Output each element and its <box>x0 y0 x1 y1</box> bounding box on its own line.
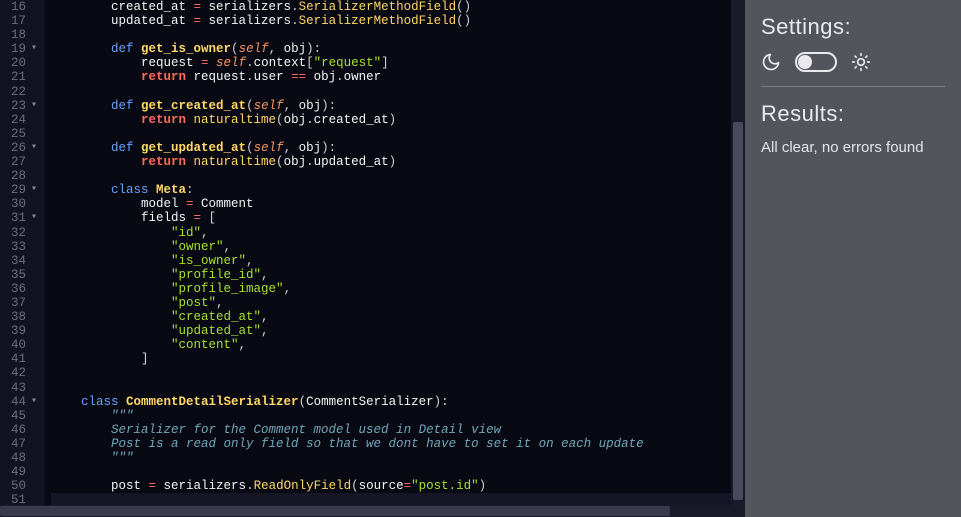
code-line[interactable]: request = self.context["request"] <box>51 56 745 70</box>
code-line[interactable]: return request.user == obj.owner <box>51 70 745 84</box>
code-line[interactable]: def get_is_owner(self, obj): <box>51 42 745 56</box>
line-number: 38 <box>0 310 37 324</box>
line-number: 21 <box>0 70 37 84</box>
panel-divider <box>761 86 945 87</box>
vertical-scrollbar-thumb[interactable] <box>733 122 743 500</box>
code-line[interactable]: "id", <box>51 226 745 240</box>
code-line[interactable]: fields = [ <box>51 211 745 225</box>
code-line[interactable]: """ <box>51 409 745 423</box>
code-line[interactable]: "profile_id", <box>51 268 745 282</box>
line-number: 33 <box>0 240 37 254</box>
line-number: 29▾ <box>0 183 37 197</box>
line-number: 35 <box>0 268 37 282</box>
code-line[interactable] <box>51 465 745 479</box>
fold-marker[interactable]: ▾ <box>29 141 37 155</box>
code-line[interactable]: post = serializers.ReadOnlyField(source=… <box>51 479 745 493</box>
line-number: 16 <box>0 0 37 14</box>
line-number: 44▾ <box>0 395 37 409</box>
code-line[interactable] <box>51 28 745 42</box>
fold-marker[interactable]: ▾ <box>29 183 37 197</box>
code-line[interactable]: "created_at", <box>51 310 745 324</box>
code-line[interactable]: "profile_image", <box>51 282 745 296</box>
line-number: 46 <box>0 423 37 437</box>
code-line[interactable]: Post is a read only field so that we don… <box>51 437 745 451</box>
code-line[interactable] <box>51 85 745 99</box>
line-number: 43 <box>0 381 37 395</box>
code-line[interactable]: ] <box>51 352 745 366</box>
theme-row <box>761 52 945 72</box>
fold-marker[interactable]: ▾ <box>29 395 37 409</box>
line-number: 40 <box>0 338 37 352</box>
code-line[interactable] <box>51 381 745 395</box>
line-number: 45 <box>0 409 37 423</box>
code-line[interactable]: created_at = serializers.SerializerMetho… <box>51 0 745 14</box>
line-number: 32 <box>0 226 37 240</box>
code-line[interactable] <box>51 127 745 141</box>
results-heading: Results: <box>761 101 945 127</box>
results-message: All clear, no errors found <box>761 139 945 156</box>
code-line[interactable] <box>51 169 745 183</box>
sun-icon <box>851 52 871 72</box>
line-number: 50 <box>0 479 37 493</box>
code-line[interactable]: model = Comment <box>51 197 745 211</box>
code-line[interactable]: """ <box>51 451 745 465</box>
line-number: 19▾ <box>0 42 37 56</box>
line-number: 18 <box>0 28 37 42</box>
line-number: 26▾ <box>0 141 37 155</box>
code-line[interactable]: return naturaltime(obj.created_at) <box>51 113 745 127</box>
fold-marker[interactable]: ▾ <box>29 99 37 113</box>
code-line[interactable]: Serializer for the Comment model used in… <box>51 423 745 437</box>
code-line[interactable]: return naturaltime(obj.updated_at) <box>51 155 745 169</box>
line-number: 24 <box>0 113 37 127</box>
line-number: 42 <box>0 366 37 380</box>
line-number: 37 <box>0 296 37 310</box>
editor-pane: 16171819▾20212223▾242526▾272829▾3031▾323… <box>0 0 745 517</box>
line-number: 23▾ <box>0 99 37 113</box>
line-number: 30 <box>0 197 37 211</box>
line-number: 17 <box>0 14 37 28</box>
theme-toggle[interactable] <box>795 52 837 72</box>
code-line[interactable] <box>51 493 745 505</box>
line-number: 31▾ <box>0 211 37 225</box>
code-line[interactable]: def get_updated_at(self, obj): <box>51 141 745 155</box>
code-line[interactable] <box>51 366 745 380</box>
code-area[interactable]: 16171819▾20212223▾242526▾272829▾3031▾323… <box>0 0 745 505</box>
code-line[interactable]: "updated_at", <box>51 324 745 338</box>
line-number: 47 <box>0 437 37 451</box>
code-content[interactable]: created_at = serializers.SerializerMetho… <box>45 0 745 505</box>
line-number: 48 <box>0 451 37 465</box>
line-number: 27 <box>0 155 37 169</box>
line-number-gutter: 16171819▾20212223▾242526▾272829▾3031▾323… <box>0 0 45 505</box>
side-panel: Settings: Results: All clear, no errors … <box>745 0 961 517</box>
moon-icon <box>761 52 781 72</box>
code-line[interactable]: "post", <box>51 296 745 310</box>
code-line[interactable]: class CommentDetailSerializer(CommentSer… <box>51 395 745 409</box>
line-number: 36 <box>0 282 37 296</box>
line-number: 22 <box>0 85 37 99</box>
code-line[interactable]: "is_owner", <box>51 254 745 268</box>
line-number: 41 <box>0 352 37 366</box>
code-line[interactable]: "content", <box>51 338 745 352</box>
line-number: 28 <box>0 169 37 183</box>
line-number: 39 <box>0 324 37 338</box>
line-number: 49 <box>0 465 37 479</box>
fold-marker[interactable]: ▾ <box>29 211 37 225</box>
horizontal-scrollbar-thumb[interactable] <box>0 506 670 516</box>
settings-heading: Settings: <box>761 14 945 40</box>
vertical-scrollbar[interactable] <box>731 0 745 505</box>
fold-marker[interactable]: ▾ <box>29 42 37 56</box>
theme-toggle-knob <box>798 55 812 69</box>
code-line[interactable]: def get_created_at(self, obj): <box>51 99 745 113</box>
code-line[interactable]: class Meta: <box>51 183 745 197</box>
code-line[interactable]: "owner", <box>51 240 745 254</box>
code-line[interactable]: updated_at = serializers.SerializerMetho… <box>51 14 745 28</box>
line-number: 25 <box>0 127 37 141</box>
line-number: 51 <box>0 493 37 505</box>
line-number: 20 <box>0 56 37 70</box>
horizontal-scrollbar[interactable] <box>0 505 745 517</box>
line-number: 34 <box>0 254 37 268</box>
